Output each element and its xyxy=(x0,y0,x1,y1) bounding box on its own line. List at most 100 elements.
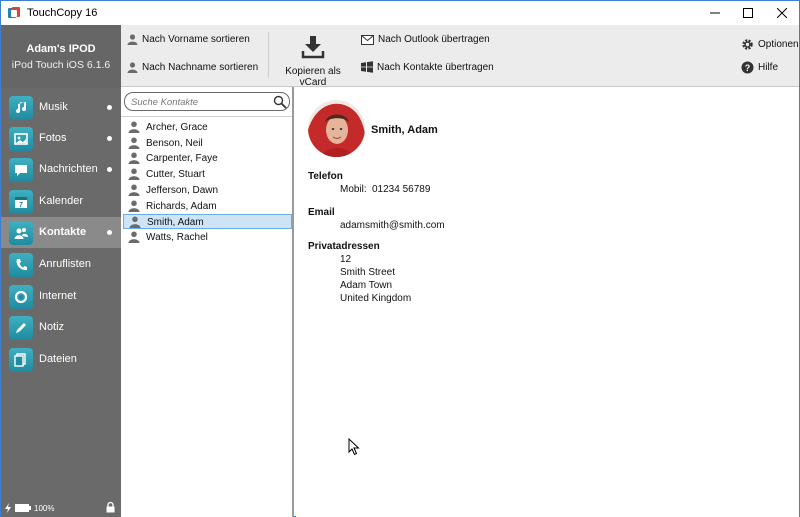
calendar-icon: 7 xyxy=(9,190,33,214)
maximize-button[interactable] xyxy=(731,1,765,25)
toolbar-divider xyxy=(268,32,269,78)
internet-icon xyxy=(9,285,33,309)
sort-by-lastname-button[interactable]: Nach Nachname sortieren xyxy=(127,62,258,73)
lightning-icon xyxy=(5,503,11,513)
list-item[interactable]: Watts, Rachel xyxy=(123,230,292,245)
close-button[interactable] xyxy=(765,1,799,25)
avatar xyxy=(308,100,365,157)
gear-icon xyxy=(742,39,753,50)
download-icon xyxy=(301,36,325,59)
sync-indicator-dot xyxy=(107,167,112,172)
sidebar-item-anruflisten[interactable]: Anruflisten xyxy=(1,249,121,280)
sidebar-item-label: Notiz xyxy=(39,321,65,333)
battery-percent: 100% xyxy=(34,504,55,513)
battery-icon xyxy=(15,504,31,512)
phone-type: Mobil: xyxy=(340,184,367,195)
contact-photo xyxy=(308,100,365,157)
svg-text:?: ? xyxy=(745,63,751,73)
sidebar-item-label: Musik xyxy=(39,101,68,113)
options-label: Optionen xyxy=(758,39,799,50)
list-item[interactable]: Richards, Adam xyxy=(123,199,292,214)
export-contacts-label: Nach Kontakte übertragen xyxy=(377,61,494,73)
sidebar-item-label: Dateien xyxy=(39,353,77,365)
mouse-cursor-icon xyxy=(348,438,360,456)
files-icon xyxy=(9,348,33,372)
export-outlook-button[interactable]: Nach Outlook übertragen xyxy=(361,34,490,45)
contacts-icon xyxy=(9,221,33,245)
copy-vcard-button[interactable]: Kopieren als vCard xyxy=(271,33,355,88)
person-icon xyxy=(128,184,140,196)
window-title: TouchCopy 16 xyxy=(27,7,98,19)
search-input[interactable] xyxy=(131,96,269,108)
list-item[interactable]: Smith, Adam xyxy=(123,214,292,230)
search-icon[interactable] xyxy=(273,95,287,109)
status-bar: 100% xyxy=(1,499,121,517)
search-box[interactable] xyxy=(124,92,290,111)
sidebar-item-label: Nachrichten xyxy=(39,163,98,175)
person-icon xyxy=(128,231,140,243)
title-bar: TouchCopy 16 xyxy=(1,1,799,25)
device-name: Adam's IPOD xyxy=(26,43,96,55)
sidebar-item-kalender[interactable]: 7 Kalender xyxy=(1,186,121,217)
person-icon xyxy=(128,168,140,181)
copy-vcard-label: Kopieren als vCard xyxy=(285,66,341,88)
sidebar-item-fotos[interactable]: Fotos xyxy=(1,123,121,154)
sidebar-item-nachrichten[interactable]: Nachrichten xyxy=(1,154,121,185)
list-item[interactable]: Cutter, Stuart xyxy=(123,167,292,182)
sort-by-firstname-label: Nach Vorname sortieren xyxy=(142,34,250,45)
phone-number: 01234 56789 xyxy=(372,184,431,195)
sync-indicator-dot xyxy=(107,136,112,141)
device-header: Adam's IPOD iPod Touch iOS 6.1.6 xyxy=(1,25,121,88)
pencil-icon xyxy=(9,316,33,340)
list-item[interactable]: Carpenter, Faye xyxy=(123,151,292,166)
sidebar-item-internet[interactable]: Internet xyxy=(1,281,121,312)
sync-indicator-dot xyxy=(107,230,112,235)
envelope-icon xyxy=(361,34,374,45)
music-note-icon xyxy=(9,96,33,120)
export-contacts-button[interactable]: Nach Kontakte übertragen xyxy=(361,61,494,73)
address-heading: Privatadressen xyxy=(308,241,380,252)
maximize-icon xyxy=(743,8,753,18)
sidebar-item-label: Anruflisten xyxy=(39,258,91,270)
person-icon xyxy=(127,34,138,45)
contact-detail-pane: Smith, Adam Telefon Mobil: 01234 56789 E… xyxy=(296,87,799,517)
address-line: United Kingdom xyxy=(340,293,412,304)
speech-bubble-icon xyxy=(9,158,33,182)
touchcopy-logo-icon xyxy=(8,7,20,18)
toolbar: Nach Vorname sortieren Nach Nachname sor… xyxy=(121,25,799,88)
contact-name: Jefferson, Dawn xyxy=(146,184,219,196)
sort-by-firstname-button[interactable]: Nach Vorname sortieren xyxy=(127,34,250,45)
address-line: Smith Street xyxy=(340,267,396,278)
options-button[interactable]: Optionen xyxy=(741,38,799,51)
sync-indicator-dot xyxy=(107,105,112,110)
contact-name: Cutter, Stuart xyxy=(146,169,205,181)
contact-name: Smith, Adam xyxy=(147,217,204,229)
phone-icon xyxy=(9,253,33,277)
app-window: TouchCopy 16 Adam's IPOD iPod Touch iOS … xyxy=(0,0,800,517)
svg-text:7: 7 xyxy=(19,202,23,209)
email-heading: Email xyxy=(308,207,335,218)
minimize-button[interactable] xyxy=(698,1,732,25)
sidebar-item-musik[interactable]: Musik xyxy=(1,92,121,123)
sidebar: Adam's IPOD iPod Touch iOS 6.1.6 Musik Fo… xyxy=(1,25,121,517)
windows-logo-icon xyxy=(361,61,373,73)
list-item[interactable]: Jefferson, Dawn xyxy=(123,183,292,198)
sidebar-item-kontakte[interactable]: Kontakte xyxy=(1,217,121,248)
help-button[interactable]: ? Hilfe xyxy=(741,61,778,74)
sidebar-item-label: Internet xyxy=(39,290,77,302)
person-icon xyxy=(128,137,140,149)
list-item[interactable]: Benson, Neil xyxy=(123,136,292,151)
sidebar-item-notiz[interactable]: Notiz xyxy=(1,312,121,343)
person-icon xyxy=(128,121,140,133)
minimize-icon xyxy=(710,12,720,14)
sidebar-item-dateien[interactable]: Dateien xyxy=(1,344,121,375)
sort-by-lastname-label: Nach Nachname sortieren xyxy=(142,62,259,73)
help-icon: ? xyxy=(741,61,754,74)
contact-name: Richards, Adam xyxy=(146,200,217,212)
person-icon xyxy=(128,152,140,165)
sidebar-item-label: Kalender xyxy=(39,195,84,207)
lock-icon xyxy=(106,502,115,513)
close-icon xyxy=(777,8,787,18)
person-icon xyxy=(128,200,140,212)
list-item[interactable]: Archer, Grace xyxy=(123,120,292,135)
